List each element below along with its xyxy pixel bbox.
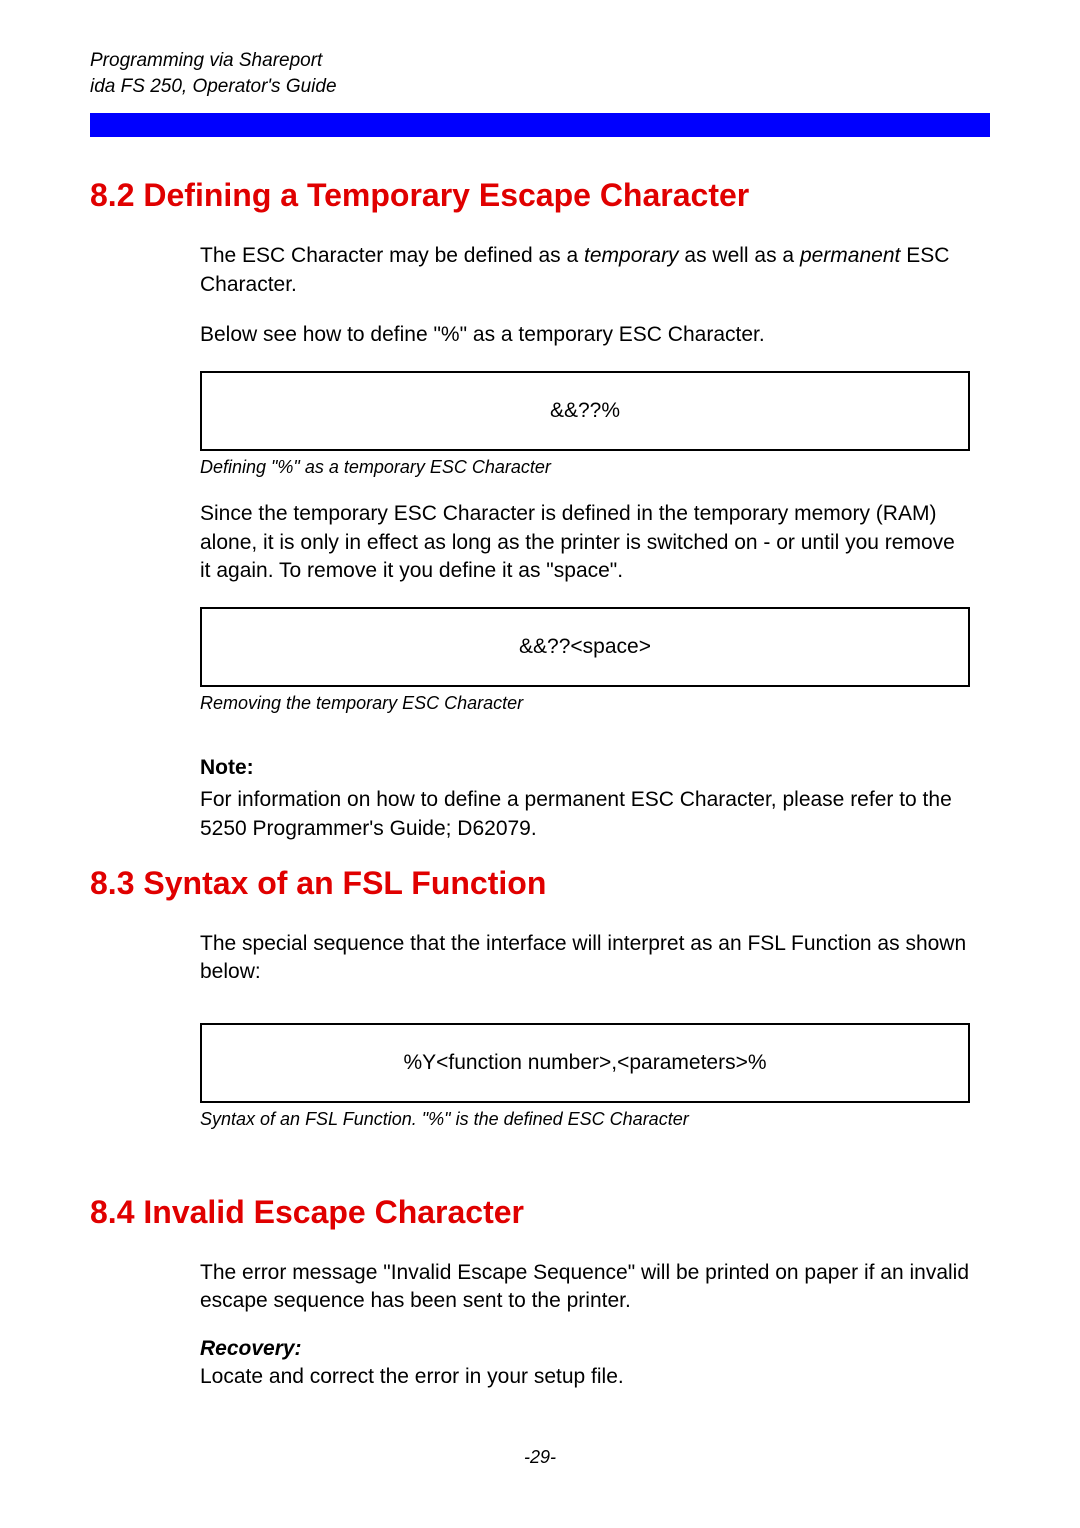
note-label: Note: (200, 756, 970, 780)
note-text: For information on how to define a perma… (200, 786, 970, 843)
section-8-4-body: The error message "Invalid Escape Sequen… (200, 1259, 970, 1392)
running-header: Programming via Shareport ida FS 250, Op… (90, 48, 990, 99)
section-8-4-title: 8.4 Invalid Escape Character (90, 1194, 990, 1231)
section-8-2-title: 8.2 Defining a Temporary Escape Characte… (90, 177, 990, 214)
header-line-2: ida FS 250, Operator's Guide (90, 74, 990, 100)
recovery-label: Recovery: (200, 1337, 970, 1361)
s83-p1: The special sequence that the interface … (200, 930, 970, 987)
recovery-text: Locate and correct the error in your set… (200, 1363, 970, 1391)
emph-temporary: temporary (584, 244, 679, 267)
header-line-1: Programming via Shareport (90, 48, 990, 74)
section-8-3-title: 8.3 Syntax of an FSL Function (90, 865, 990, 902)
text: The ESC Character may be defined as a (200, 244, 584, 267)
s82-p1: The ESC Character may be defined as a te… (200, 242, 970, 299)
section-8-3-body: The special sequence that the interface … (200, 930, 970, 1130)
code-box-fsl-syntax: %Y<function number>,<parameters>% (200, 1023, 970, 1103)
text: as well as a (679, 244, 800, 267)
caption-define-esc: Defining "%" as a temporary ESC Characte… (200, 457, 970, 478)
emph-permanent: permanent (800, 244, 900, 267)
s82-p3: Since the temporary ESC Character is def… (200, 500, 970, 585)
code-box-remove-esc: &&??<space> (200, 607, 970, 687)
s82-p2: Below see how to define "%" as a tempora… (200, 321, 970, 349)
document-page: Programming via Shareport ida FS 250, Op… (0, 0, 1080, 1528)
s84-p1: The error message "Invalid Escape Sequen… (200, 1259, 970, 1316)
section-8-2-body: The ESC Character may be defined as a te… (200, 242, 970, 843)
code-box-define-esc: &&??% (200, 371, 970, 451)
page-number: -29- (0, 1447, 1080, 1468)
caption-fsl-syntax: Syntax of an FSL Function. "%" is the de… (200, 1109, 970, 1130)
caption-remove-esc: Removing the temporary ESC Character (200, 693, 970, 714)
header-rule (90, 113, 990, 137)
